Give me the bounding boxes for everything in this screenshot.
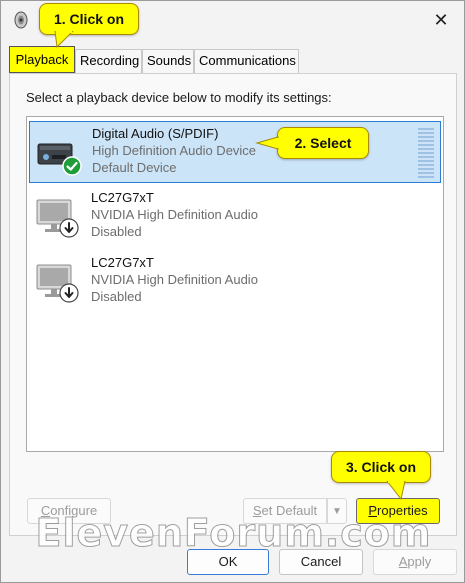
configure-label: onfigure bbox=[50, 503, 98, 518]
device-name: LC27G7xT bbox=[91, 190, 154, 205]
device-status: Disabled bbox=[91, 224, 142, 239]
set-default-accel: S bbox=[252, 503, 262, 518]
tab-recording[interactable]: Recording bbox=[75, 49, 142, 73]
ok-button[interactable]: OK bbox=[187, 549, 269, 575]
chevron-down-icon: ▼ bbox=[332, 505, 342, 517]
apply-button[interactable]: Apply bbox=[373, 549, 457, 575]
set-default-dropdown[interactable]: ▼ bbox=[327, 498, 347, 524]
cancel-button[interactable]: Cancel bbox=[279, 549, 363, 575]
callout-step2: 2. Select bbox=[277, 127, 369, 159]
green-check-icon bbox=[62, 156, 82, 176]
device-name: Digital Audio (S/PDIF) bbox=[92, 126, 219, 141]
device-status: Default Device bbox=[92, 160, 177, 175]
callout-step2-pointer bbox=[255, 136, 279, 150]
properties-label: roperties bbox=[377, 503, 428, 518]
callout-step3: 3. Click on bbox=[331, 451, 431, 483]
properties-button[interactable]: Properties bbox=[356, 498, 440, 524]
device-description: NVIDIA High Definition Audio bbox=[91, 207, 258, 222]
instructions-text: Select a playback device below to modify… bbox=[26, 90, 332, 105]
down-arrow-icon bbox=[59, 218, 79, 238]
set-default-label: et Default bbox=[261, 503, 318, 518]
close-button[interactable]: ✕ bbox=[418, 1, 464, 39]
device-description: High Definition Audio Device bbox=[92, 143, 257, 158]
tab-strip: Playback Recording Sounds Communications bbox=[9, 46, 457, 73]
configure-button[interactable]: Configure bbox=[27, 498, 111, 524]
apply-label: pply bbox=[407, 554, 432, 569]
device-item-lc27g7xt-1[interactable]: LC27G7xT NVIDIA High Definition Audio Di… bbox=[29, 186, 441, 248]
callout-step1-pointer bbox=[54, 31, 74, 49]
device-status: Disabled bbox=[91, 289, 142, 304]
device-description: NVIDIA High Definition Audio bbox=[91, 272, 258, 287]
set-default-button[interactable]: Set Default bbox=[243, 498, 327, 524]
down-arrow-icon bbox=[59, 283, 79, 303]
device-item-lc27g7xt-2[interactable]: LC27G7xT NVIDIA High Definition Audio Di… bbox=[29, 251, 441, 313]
sound-dialog: ✕ Playback Recording Sounds Communicatio… bbox=[0, 0, 465, 583]
close-icon: ✕ bbox=[433, 9, 449, 30]
callout-step3-pointer bbox=[386, 481, 406, 501]
tab-communications[interactable]: Communications bbox=[194, 49, 299, 73]
configure-accel: C bbox=[40, 503, 51, 518]
device-list[interactable]: Digital Audio (S/PDIF) High Definition A… bbox=[26, 116, 444, 452]
tab-sounds[interactable]: Sounds bbox=[142, 49, 194, 73]
speaker-app-icon bbox=[13, 11, 29, 29]
device-item-digital-audio[interactable]: Digital Audio (S/PDIF) High Definition A… bbox=[29, 121, 441, 183]
device-name: LC27G7xT bbox=[91, 255, 154, 270]
volume-level-meter bbox=[418, 128, 434, 178]
properties-accel: P bbox=[368, 503, 378, 518]
